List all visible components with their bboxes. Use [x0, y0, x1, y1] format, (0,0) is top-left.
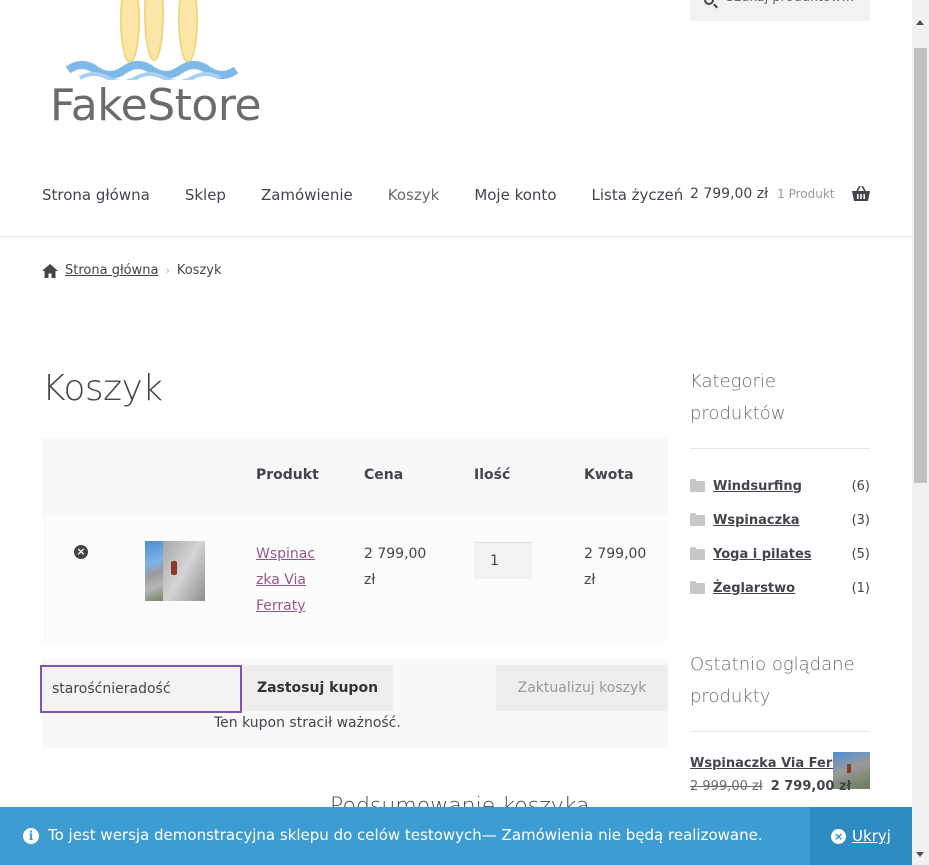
logo-text: FakeStore: [50, 80, 262, 131]
demo-store-notice: i To jest wersja demonstracyjna sklepu d…: [0, 807, 912, 865]
category-item: Yoga i pilates (5): [690, 537, 870, 571]
product-subtotal: 2 799,00 zł: [584, 546, 647, 588]
nav-item-home[interactable]: Strona główna: [42, 186, 150, 204]
header-cart-count: 1 Produkt: [777, 187, 835, 201]
header-cart-link[interactable]: 2 799,00 zł 1 Produkt: [690, 186, 835, 202]
recent-product-item: Wspinaczka Via Ferraty 2 999,00 zł 2 799…: [690, 752, 870, 841]
site-logo[interactable]: FakeStore: [50, 0, 270, 131]
recent-product-price: 2 999,00 zł 2 799,00 zł: [690, 779, 851, 794]
basket-icon[interactable]: [852, 186, 870, 202]
category-count: (3): [851, 512, 870, 528]
product-price: 2 799,00 zł: [364, 546, 427, 588]
product-name-link[interactable]: Wspinaczka Via Ferraty: [256, 541, 318, 619]
category-link-windsurfing[interactable]: Windsurfing: [713, 479, 852, 494]
category-item: Wspinaczka (3): [690, 503, 870, 537]
widget-divider: [690, 448, 870, 449]
folder-icon: [690, 546, 705, 560]
scroll-up-icon[interactable]: [916, 20, 924, 25]
info-icon: i: [23, 828, 39, 844]
cart-item-row: × Wspinaczka Via Ferraty 2 799,00 zł 2 7…: [42, 515, 668, 643]
cart-table-header: Produkt Cena Ilość Kwota: [42, 438, 668, 515]
remove-item-icon[interactable]: ×: [74, 545, 88, 559]
product-thumbnail[interactable]: [145, 541, 205, 601]
quantity-input[interactable]: [474, 542, 532, 579]
header-divider: [0, 236, 912, 237]
column-header-subtotal: Kwota: [584, 467, 634, 483]
regular-price: 2 999,00 zł: [690, 779, 763, 794]
main-navigation: Strona główna Sklep Zamówienie Koszyk Mo…: [42, 186, 718, 204]
product-search: [690, 0, 870, 21]
header-cart-amount: 2 799,00 zł: [690, 186, 769, 202]
category-list: Windsurfing (6) Wspinaczka (3) Yoga i pi…: [690, 469, 870, 605]
search-input[interactable]: [726, 0, 856, 5]
page-title: Koszyk: [42, 368, 163, 409]
scroll-down-icon[interactable]: [916, 852, 924, 857]
folder-icon: [690, 580, 705, 594]
logo-graphic: [65, 0, 239, 80]
category-count: (5): [851, 546, 870, 562]
category-count: (1): [851, 580, 870, 596]
widget-divider: [690, 731, 870, 732]
scrollbar-thumb[interactable]: [914, 48, 927, 483]
apply-coupon-button[interactable]: Zastosuj kupon: [242, 665, 393, 711]
categories-widget-title: Kategorie produktów: [690, 371, 786, 424]
search-icon: [704, 0, 714, 5]
category-link-sailing[interactable]: Żeglarstwo: [713, 581, 852, 596]
column-header-product: Produkt: [256, 467, 319, 483]
cart-actions: Zastosuj kupon Zaktualizuj koszyk Ten ku…: [40, 659, 668, 748]
category-link-climbing[interactable]: Wspinaczka: [713, 513, 852, 528]
nav-item-shop[interactable]: Sklep: [185, 186, 226, 204]
home-icon: [42, 263, 58, 278]
notice-text: To jest wersja demonstracyjna sklepu do …: [48, 826, 763, 844]
category-item: Żeglarstwo (1): [690, 571, 870, 605]
nav-item-checkout[interactable]: Zamówienie: [261, 186, 353, 204]
coupon-error-message: Ten kupon stracił ważność.: [214, 715, 401, 731]
breadcrumb-current: Koszyk: [176, 263, 222, 278]
column-header-quantity: Ilość: [474, 467, 511, 483]
close-icon: ×: [831, 828, 847, 844]
breadcrumb: Strona główna › Koszyk: [42, 263, 222, 278]
nav-item-account[interactable]: Moje konto: [474, 186, 556, 204]
dismiss-label: Ukryj: [852, 827, 891, 845]
nav-item-wishlist[interactable]: Lista życzeń: [592, 186, 684, 204]
sidebar: Kategorie produktów Windsurfing (6) Wspi…: [690, 366, 870, 841]
folder-icon: [690, 478, 705, 492]
dismiss-notice-link[interactable]: × Ukryj: [810, 807, 912, 865]
category-link-yoga[interactable]: Yoga i pilates: [713, 547, 852, 562]
breadcrumb-home-link[interactable]: Strona główna: [65, 263, 158, 278]
breadcrumb-separator-icon: ›: [165, 264, 170, 277]
update-cart-button[interactable]: Zaktualizuj koszyk: [496, 665, 668, 711]
folder-icon: [690, 512, 705, 526]
cart-table: Produkt Cena Ilość Kwota × Wspinaczka Vi…: [40, 438, 668, 748]
category-item: Windsurfing (6): [690, 469, 870, 503]
recent-products-widget-title: Ostatnio oglądane produkty: [690, 654, 855, 707]
nav-item-cart[interactable]: Koszyk: [388, 186, 440, 204]
coupon-code-input[interactable]: [40, 665, 242, 713]
sale-price: 2 799,00 zł: [770, 779, 852, 794]
category-count: (6): [851, 478, 870, 494]
page-scrollbar[interactable]: [912, 0, 929, 865]
column-header-price: Cena: [364, 467, 404, 483]
